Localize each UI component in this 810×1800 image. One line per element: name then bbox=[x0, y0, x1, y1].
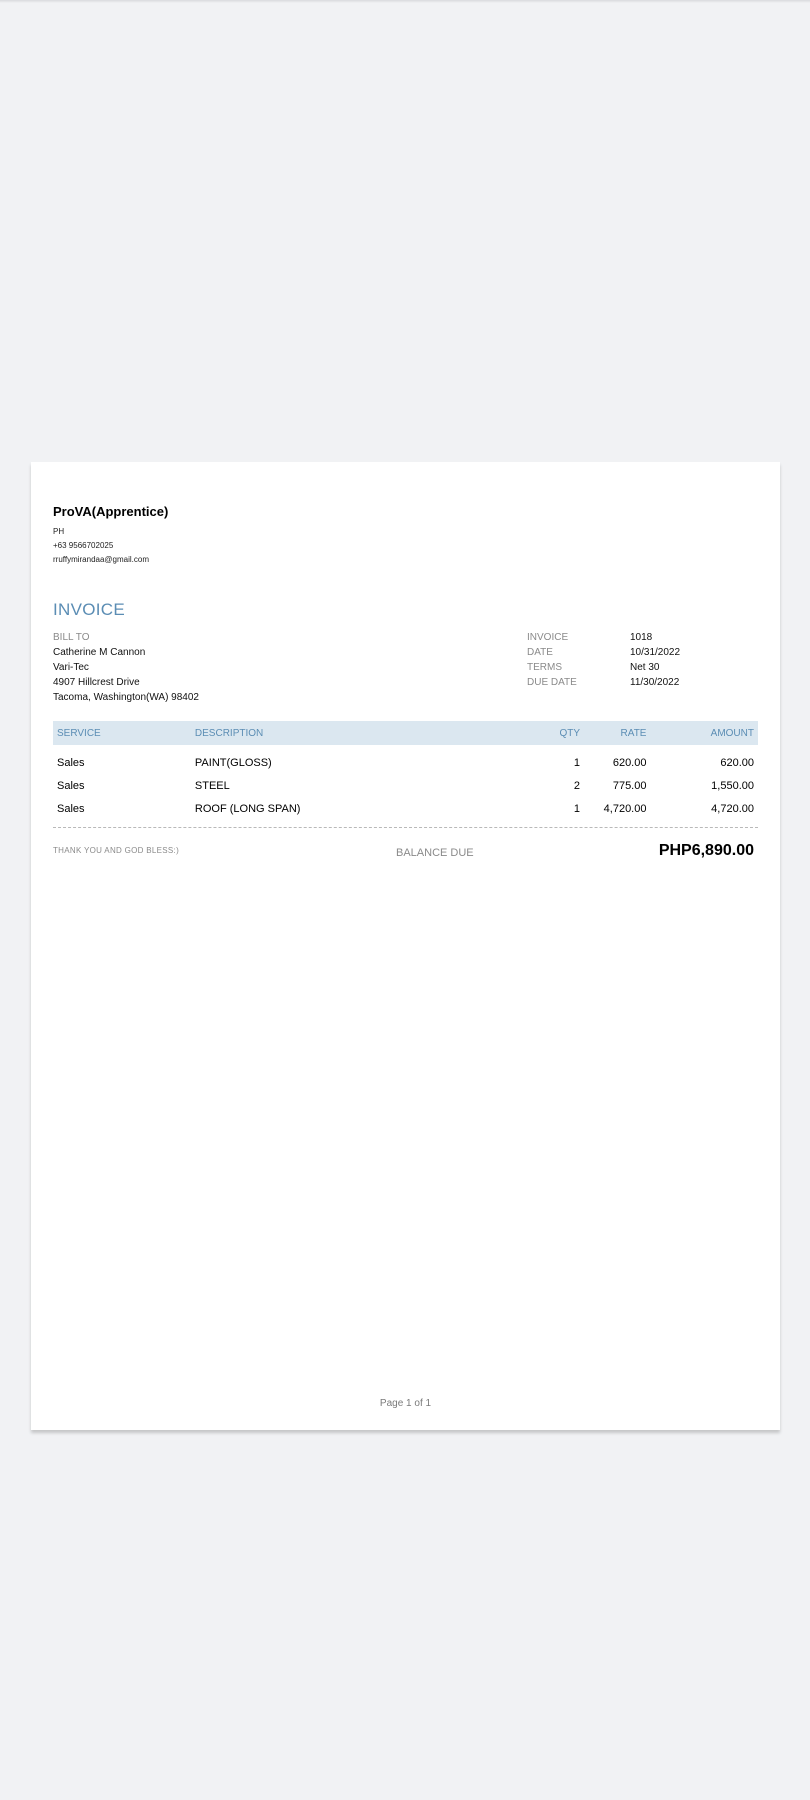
thank-you-note: THANK YOU AND GOD BLESS:) bbox=[53, 846, 180, 855]
page-indicator: Page 1 of 1 bbox=[379, 1398, 432, 1409]
balance-due-amount: PHP6,890.00 bbox=[658, 842, 754, 859]
company-name: ProVA(Apprentice) bbox=[53, 504, 169, 519]
bill-to-address-line-2: Tacoma, Washington(WA) 98402 bbox=[53, 692, 199, 703]
cell-qty: 1 bbox=[573, 756, 581, 769]
meta-value: 11/30/2022 bbox=[630, 677, 680, 688]
meta-value: 10/31/2022 bbox=[630, 647, 681, 658]
invoice-meta: INVOICE 1018 DATE 10/31/2022 TERMS Net 3… bbox=[527, 630, 680, 690]
meta-row-due-date: DUE DATE 11/30/2022 bbox=[527, 675, 680, 690]
cell-qty: 1 bbox=[573, 802, 581, 815]
cell-service: Sales bbox=[57, 802, 85, 815]
company-country: PH bbox=[53, 527, 65, 536]
cell-service: Sales bbox=[57, 756, 85, 769]
table-body: Sales PAINT(GLOSS) 1 620.00 620.00 Sales… bbox=[53, 745, 758, 820]
meta-row-invoice: INVOICE 1018 bbox=[527, 630, 680, 645]
meta-value: 1018 bbox=[630, 632, 653, 643]
company-info: ProVA(Apprentice) PH +63 9566702025 rruf… bbox=[53, 504, 168, 567]
dashed-divider bbox=[53, 827, 758, 828]
cell-service: Sales bbox=[57, 779, 85, 792]
bill-to-name: Catherine M Cannon bbox=[53, 647, 146, 658]
bill-to-label: BILL TO bbox=[53, 632, 90, 643]
invoice-page: ProVA(Apprentice) PH +63 9566702025 rruf… bbox=[31, 462, 780, 1430]
table-row: Sales ROOF (LONG SPAN) 1 4,720.00 4,720.… bbox=[53, 797, 758, 820]
invoice-title: INVOICE bbox=[53, 600, 126, 619]
header-qty: QTY bbox=[559, 727, 581, 739]
meta-key: DATE bbox=[527, 647, 553, 658]
company-phone: +63 9566702025 bbox=[53, 541, 114, 550]
meta-key: INVOICE bbox=[527, 632, 569, 643]
top-edge-shadow bbox=[0, 0, 810, 3]
table-row: Sales PAINT(GLOSS) 1 620.00 620.00 bbox=[53, 751, 758, 774]
line-items-table: SERVICE DESCRIPTION QTY RATE AMOUNT Sale… bbox=[53, 721, 758, 820]
bill-to-company: Vari-Tec bbox=[53, 662, 89, 673]
meta-key: DUE DATE bbox=[527, 677, 577, 688]
bill-to-block: BILL TO Catherine M Cannon Vari-Tec 4907… bbox=[53, 630, 199, 705]
table-header: SERVICE DESCRIPTION QTY RATE AMOUNT bbox=[53, 721, 758, 745]
cell-rate: 775.00 bbox=[612, 779, 647, 792]
cell-rate: 620.00 bbox=[612, 756, 647, 769]
header-description: DESCRIPTION bbox=[194, 727, 264, 739]
cell-description: ROOF (LONG SPAN) bbox=[194, 802, 301, 815]
cell-rate: 4,720.00 bbox=[603, 802, 647, 815]
cell-description: PAINT(GLOSS) bbox=[194, 756, 272, 769]
cell-amount: 4,720.00 bbox=[711, 802, 754, 815]
bill-to-address-line-1: 4907 Hillcrest Drive bbox=[53, 677, 140, 688]
cell-amount: 1,550.00 bbox=[711, 779, 754, 792]
cell-description: STEEL bbox=[194, 779, 230, 792]
table-row: Sales STEEL 2 775.00 1,550.00 bbox=[53, 774, 758, 797]
header-rate: RATE bbox=[620, 727, 647, 739]
cell-amount: 620.00 bbox=[720, 756, 754, 769]
meta-row-date: DATE 10/31/2022 bbox=[527, 645, 680, 660]
meta-value: Net 30 bbox=[630, 662, 660, 673]
balance-due-label: BALANCE DUE bbox=[396, 847, 474, 859]
cell-qty: 2 bbox=[573, 779, 581, 792]
company-email: rruffymirandaa@gmail.com bbox=[53, 555, 150, 564]
meta-row-terms: TERMS Net 30 bbox=[527, 660, 680, 675]
header-service: SERVICE bbox=[57, 727, 101, 739]
header-amount: AMOUNT bbox=[710, 727, 754, 739]
meta-key: TERMS bbox=[527, 662, 562, 673]
